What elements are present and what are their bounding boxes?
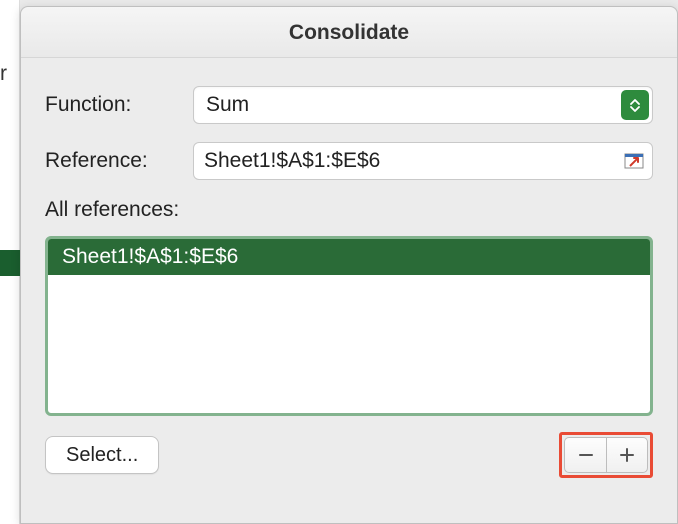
- dialog-body: Function: Sum Reference:: [21, 58, 677, 478]
- reference-input[interactable]: [193, 142, 653, 180]
- add-remove-group: [559, 432, 653, 478]
- reference-input-wrap: [193, 142, 653, 180]
- function-select-value: Sum: [193, 86, 653, 124]
- all-references-label: All references:: [45, 198, 653, 222]
- add-reference-button[interactable]: [606, 437, 648, 473]
- function-select[interactable]: Sum: [193, 86, 653, 124]
- dialog-title: Consolidate: [21, 7, 677, 58]
- consolidate-dialog: Consolidate Function: Sum Reference:: [20, 6, 678, 524]
- list-item[interactable]: Sheet1!$A$1:$E$6: [48, 239, 650, 275]
- select-button[interactable]: Select...: [45, 436, 159, 474]
- reference-label: Reference:: [45, 149, 193, 173]
- function-label: Function:: [45, 93, 193, 117]
- chevron-up-down-icon: [621, 90, 649, 120]
- bottom-row: Select...: [45, 432, 653, 478]
- function-row: Function: Sum: [45, 86, 653, 124]
- all-references-listbox[interactable]: Sheet1!$A$1:$E$6: [45, 236, 653, 416]
- reference-row: Reference:: [45, 142, 653, 180]
- selected-row-header: [0, 250, 20, 276]
- truncated-text: r: [0, 62, 7, 86]
- collapse-dialog-icon[interactable]: [621, 148, 647, 174]
- remove-reference-button[interactable]: [564, 437, 606, 473]
